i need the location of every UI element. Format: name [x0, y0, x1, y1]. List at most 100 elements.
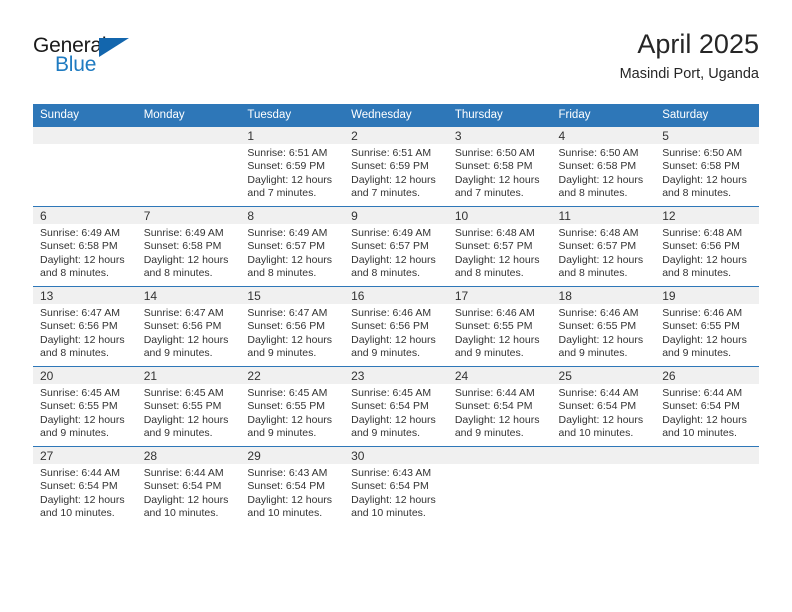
general-blue-logo[interactable]: General Blue — [33, 34, 143, 80]
day-number: 16 — [344, 287, 448, 304]
daylight-text-line2: and 10 minutes. — [351, 506, 426, 519]
calendar-body: 1 Sunrise: 6:51 AM Sunset: 6:59 PM Dayli… — [33, 126, 759, 526]
day-cell[interactable]: 14 Sunrise: 6:47 AM Sunset: 6:56 PM Dayl… — [136, 286, 241, 367]
day-cell[interactable] — [551, 446, 656, 526]
day-cell[interactable]: 28 Sunrise: 6:44 AM Sunset: 6:54 PM Dayl… — [136, 446, 241, 526]
day-details: Sunrise: 6:50 AM Sunset: 6:58 PM Dayligh… — [552, 144, 656, 200]
daylight-text-line2: and 9 minutes. — [143, 346, 213, 359]
day-number: 21 — [136, 367, 241, 384]
sunrise-text: Sunrise: 6:49 AM — [143, 227, 224, 239]
sunrise-text: Sunrise: 6:45 AM — [351, 387, 432, 399]
day-cell[interactable] — [33, 126, 137, 207]
daylight-text-line1: Daylight: 12 hours — [454, 173, 540, 186]
sunset-text: Sunset: 6:54 PM — [558, 400, 637, 413]
sunset-text: Sunset: 6:54 PM — [143, 480, 222, 493]
day-details: Sunrise: 6:47 AM Sunset: 6:56 PM Dayligh… — [137, 304, 241, 360]
day-details: Sunrise: 6:46 AM Sunset: 6:56 PM Dayligh… — [344, 304, 448, 360]
day-cell[interactable]: 16 Sunrise: 6:46 AM Sunset: 6:56 PM Dayl… — [344, 286, 448, 367]
daylight-text-line2: and 8 minutes. — [40, 266, 109, 279]
day-cell[interactable] — [655, 446, 759, 526]
day-details — [448, 464, 552, 467]
day-cell[interactable]: 9 Sunrise: 6:49 AM Sunset: 6:57 PM Dayli… — [344, 206, 448, 287]
daylight-text-line1: Daylight: 12 hours — [558, 333, 644, 346]
day-details: Sunrise: 6:49 AM Sunset: 6:58 PM Dayligh… — [33, 224, 137, 280]
sunrise-text: Sunrise: 6:45 AM — [40, 387, 120, 399]
day-number: 14 — [136, 287, 241, 304]
daylight-text-line2: and 8 minutes. — [558, 266, 628, 279]
daylight-text-line1: Daylight: 12 hours — [454, 413, 540, 426]
day-cell[interactable]: 8 Sunrise: 6:49 AM Sunset: 6:57 PM Dayli… — [240, 206, 345, 287]
day-details: Sunrise: 6:45 AM Sunset: 6:54 PM Dayligh… — [344, 384, 448, 440]
sunset-text: Sunset: 6:55 PM — [143, 400, 222, 413]
day-cell[interactable]: 25 Sunrise: 6:44 AM Sunset: 6:54 PM Dayl… — [551, 366, 656, 447]
day-number: 20 — [33, 367, 137, 384]
daylight-text-line1: Daylight: 12 hours — [40, 493, 125, 506]
calendar-header-row: Sunday Monday Tuesday Wednesday Thursday… — [33, 104, 759, 127]
day-cell[interactable]: 12 Sunrise: 6:48 AM Sunset: 6:56 PM Dayl… — [655, 206, 759, 287]
day-number: 9 — [344, 207, 448, 224]
day-cell[interactable]: 26 Sunrise: 6:44 AM Sunset: 6:54 PM Dayl… — [655, 366, 759, 447]
day-cell[interactable]: 27 Sunrise: 6:44 AM Sunset: 6:54 PM Dayl… — [33, 446, 137, 526]
day-number — [33, 127, 137, 144]
day-details: Sunrise: 6:50 AM Sunset: 6:58 PM Dayligh… — [655, 144, 759, 200]
day-cell[interactable]: 6 Sunrise: 6:49 AM Sunset: 6:58 PM Dayli… — [33, 206, 137, 287]
day-cell[interactable]: 21 Sunrise: 6:45 AM Sunset: 6:55 PM Dayl… — [136, 366, 241, 447]
day-cell[interactable]: 11 Sunrise: 6:48 AM Sunset: 6:57 PM Dayl… — [551, 206, 656, 287]
sunset-text: Sunset: 6:58 PM — [454, 160, 533, 173]
day-details: Sunrise: 6:44 AM Sunset: 6:54 PM Dayligh… — [552, 384, 656, 440]
day-cell[interactable]: 5 Sunrise: 6:50 AM Sunset: 6:58 PM Dayli… — [655, 126, 759, 207]
sunrise-text: Sunrise: 6:46 AM — [351, 307, 432, 319]
day-cell[interactable]: 15 Sunrise: 6:47 AM Sunset: 6:56 PM Dayl… — [240, 286, 345, 367]
day-cell[interactable]: 17 Sunrise: 6:46 AM Sunset: 6:55 PM Dayl… — [447, 286, 552, 367]
day-details: Sunrise: 6:44 AM Sunset: 6:54 PM Dayligh… — [33, 464, 137, 520]
day-cell[interactable]: 18 Sunrise: 6:46 AM Sunset: 6:55 PM Dayl… — [551, 286, 656, 367]
weekday-header-sunday: Sunday — [33, 104, 137, 127]
calendar-grid: Sunday Monday Tuesday Wednesday Thursday… — [33, 104, 759, 526]
day-number — [655, 447, 759, 464]
day-cell[interactable]: 2 Sunrise: 6:51 AM Sunset: 6:59 PM Dayli… — [344, 126, 448, 207]
day-cell[interactable]: 30 Sunrise: 6:43 AM Sunset: 6:54 PM Dayl… — [344, 446, 448, 526]
day-cell[interactable] — [136, 126, 241, 207]
day-cell[interactable]: 3 Sunrise: 6:50 AM Sunset: 6:58 PM Dayli… — [447, 126, 552, 207]
day-cell[interactable]: 7 Sunrise: 6:49 AM Sunset: 6:58 PM Dayli… — [136, 206, 241, 287]
day-cell[interactable]: 24 Sunrise: 6:44 AM Sunset: 6:54 PM Dayl… — [447, 366, 552, 447]
daylight-text-line1: Daylight: 12 hours — [558, 173, 644, 186]
page-title: April 2025 — [637, 29, 759, 59]
day-cell[interactable]: 20 Sunrise: 6:45 AM Sunset: 6:55 PM Dayl… — [33, 366, 137, 447]
day-cell[interactable]: 1 Sunrise: 6:51 AM Sunset: 6:59 PM Dayli… — [240, 126, 345, 207]
sunset-text: Sunset: 6:55 PM — [662, 320, 740, 333]
daylight-text-line2: and 10 minutes. — [558, 426, 634, 439]
day-details: Sunrise: 6:48 AM Sunset: 6:57 PM Dayligh… — [552, 224, 656, 280]
day-details — [655, 464, 759, 467]
daylight-text-line1: Daylight: 12 hours — [247, 253, 333, 266]
sunset-text: Sunset: 6:58 PM — [558, 160, 637, 173]
sunrise-text: Sunrise: 6:44 AM — [143, 467, 224, 479]
day-cell[interactable]: 29 Sunrise: 6:43 AM Sunset: 6:54 PM Dayl… — [240, 446, 345, 526]
day-number: 22 — [240, 367, 345, 384]
daylight-text-line2: and 8 minutes. — [454, 266, 524, 279]
daylight-text-line1: Daylight: 12 hours — [558, 413, 644, 426]
day-cell[interactable]: 19 Sunrise: 6:46 AM Sunset: 6:55 PM Dayl… — [655, 286, 759, 367]
weekday-header-thursday: Thursday — [447, 104, 552, 127]
logo-text-blue: Blue — [55, 53, 97, 76]
day-details — [137, 144, 241, 147]
day-cell[interactable]: 22 Sunrise: 6:45 AM Sunset: 6:55 PM Dayl… — [240, 366, 345, 447]
day-details: Sunrise: 6:46 AM Sunset: 6:55 PM Dayligh… — [655, 304, 759, 360]
daylight-text-line2: and 8 minutes. — [662, 186, 732, 199]
day-details: Sunrise: 6:49 AM Sunset: 6:57 PM Dayligh… — [240, 224, 344, 280]
day-cell[interactable]: 10 Sunrise: 6:48 AM Sunset: 6:57 PM Dayl… — [447, 206, 552, 287]
daylight-text-line1: Daylight: 12 hours — [351, 413, 436, 426]
day-number — [136, 127, 241, 144]
day-number: 5 — [655, 127, 759, 144]
day-number: 10 — [447, 207, 552, 224]
day-number: 26 — [655, 367, 759, 384]
day-number: 28 — [136, 447, 241, 464]
day-cell[interactable]: 13 Sunrise: 6:47 AM Sunset: 6:56 PM Dayl… — [33, 286, 137, 367]
day-cell[interactable] — [447, 446, 552, 526]
calendar-week-row: 27 Sunrise: 6:44 AM Sunset: 6:54 PM Dayl… — [33, 446, 759, 526]
day-cell[interactable]: 4 Sunrise: 6:50 AM Sunset: 6:58 PM Dayli… — [551, 126, 656, 207]
day-cell[interactable]: 23 Sunrise: 6:45 AM Sunset: 6:54 PM Dayl… — [344, 366, 448, 447]
day-number: 8 — [240, 207, 345, 224]
daylight-text-line1: Daylight: 12 hours — [662, 173, 747, 186]
weekday-header-monday: Monday — [136, 104, 241, 127]
